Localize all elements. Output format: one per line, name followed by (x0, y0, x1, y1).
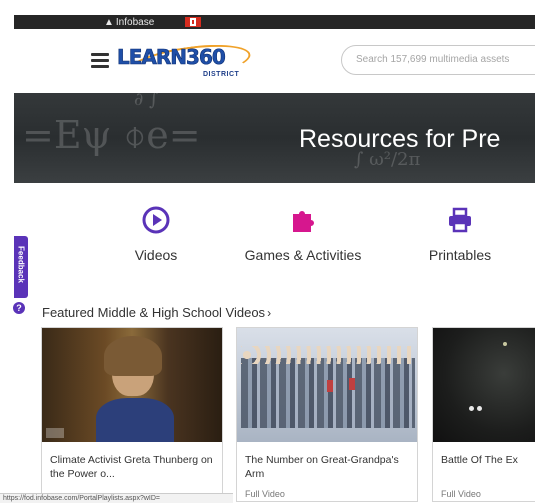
play-circle-icon (142, 206, 170, 234)
infobase-label: Infobase (115, 16, 155, 28)
red-accent (327, 380, 333, 392)
video-thumbnail (237, 328, 417, 442)
video-title: Climate Activist Greta Thunberg on the P… (50, 454, 213, 480)
category-label: Games & Activities (244, 247, 362, 263)
learn360-logo[interactable]: LEARN360 DISTRICT (117, 38, 257, 88)
video-type: Full Video (245, 489, 285, 499)
crowd-illustration (241, 358, 415, 428)
search-input[interactable] (354, 53, 535, 66)
hero-banner: =Eψ ⌽e= ∂ ∫ ∫ ω²/2π Resources for Pre (14, 93, 535, 183)
feedback-tab[interactable]: Feedback (14, 236, 28, 298)
logo-text: LEARN360 (117, 45, 226, 70)
top-bar: ▲ Infobase (14, 15, 535, 29)
person-shirt (96, 398, 174, 442)
video-thumbnail (433, 328, 535, 442)
faces-row (241, 346, 415, 364)
category-videos[interactable]: Videos (118, 205, 194, 263)
video-title: The Number on Great-Grandpa's Arm (245, 454, 399, 480)
person-hair (104, 336, 162, 376)
help-icon[interactable]: ? (13, 302, 25, 314)
chevron-right-icon: › (267, 306, 272, 320)
chalk-formula-decoration: ∂ ∫ (134, 93, 159, 110)
puzzle-icon (293, 211, 314, 232)
light-dot (503, 342, 507, 346)
infobase-logo-icon: ▲ (104, 16, 114, 28)
search-box[interactable] (341, 45, 535, 75)
video-card[interactable]: Battle Of The Ex Full Video (432, 327, 535, 502)
site-header: LEARN360 DISTRICT (0, 29, 535, 93)
feedback-label: Feedback (16, 246, 26, 283)
banner-title: Resources for Pre (299, 125, 501, 153)
light-dot (477, 406, 482, 411)
video-type: Full Video (441, 489, 481, 499)
video-thumbnail (42, 328, 222, 442)
logo-subtext: DISTRICT (203, 71, 240, 78)
video-card[interactable]: The Number on Great-Grandpa's Arm Full V… (236, 327, 418, 502)
category-printables[interactable]: Printables (418, 205, 502, 263)
channel-logo-icon (46, 428, 64, 438)
featured-section-title[interactable]: Featured Middle & High School Videos › (42, 305, 271, 320)
printer-icon (449, 207, 471, 233)
video-card[interactable]: Climate Activist Greta Thunberg on the P… (41, 327, 223, 502)
chalk-formula-decoration: =Eψ ⌽e= (22, 113, 201, 157)
red-accent (349, 378, 355, 390)
light-dot (469, 406, 474, 411)
category-games[interactable]: Games & Activities (228, 205, 378, 263)
canada-flag-icon[interactable] (185, 17, 201, 27)
category-label: Videos (134, 247, 178, 263)
featured-title-text: Featured Middle & High School Videos (42, 305, 266, 320)
infobase-brand[interactable]: ▲ Infobase (104, 15, 154, 29)
menu-icon[interactable] (91, 53, 109, 68)
category-label: Printables (428, 247, 492, 263)
category-links: Videos Games & Activities Printables (0, 195, 535, 275)
video-title: Battle Of The Ex (441, 454, 518, 466)
